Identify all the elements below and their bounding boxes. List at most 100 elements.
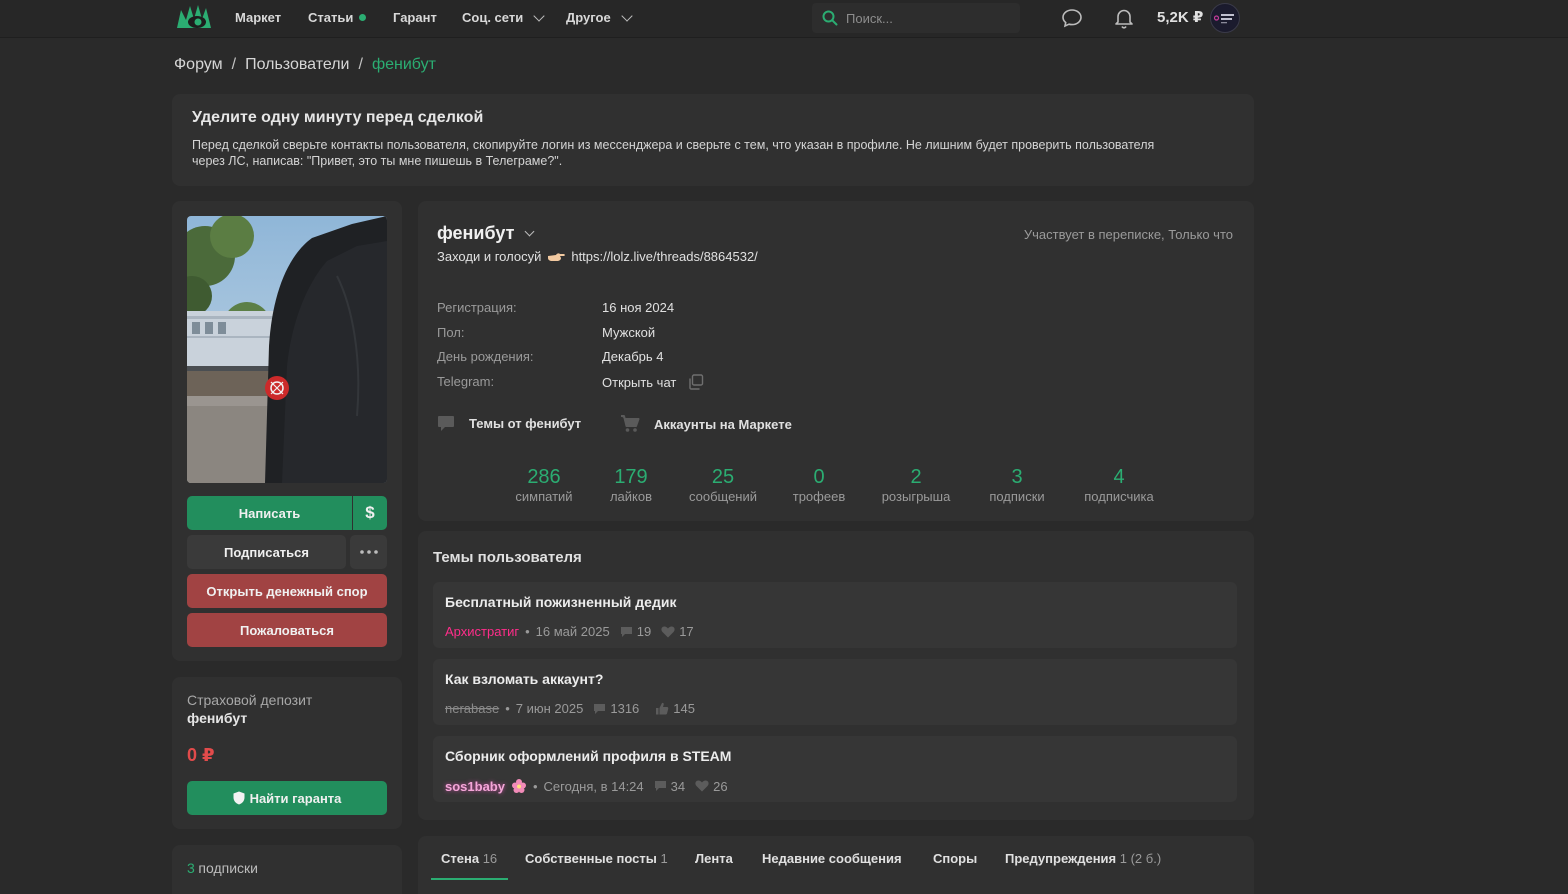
shield-icon: [233, 791, 245, 805]
tab-disputes[interactable]: Споры: [933, 851, 977, 866]
balance-display[interactable]: 5,2K ₽: [1157, 8, 1203, 26]
telegram-open-chat-link[interactable]: Открыть чат: [602, 375, 676, 390]
tab-wall[interactable]: Стена 16: [441, 851, 497, 866]
nav-market-label: Маркет: [235, 10, 282, 25]
thread-likes: 145: [655, 701, 695, 716]
thread-author[interactable]: sos1baby: [445, 779, 505, 794]
nav-articles-label: Статьи: [308, 10, 354, 25]
tab-count: 1: [660, 851, 668, 866]
tab-label: Стена: [441, 851, 480, 866]
profile-username[interactable]: фенибут: [437, 223, 535, 244]
thread-item[interactable]: Как взломать аккаунт? nerabase • 7 июн 2…: [433, 659, 1237, 725]
thread-item[interactable]: Бесплатный пожизненный дедик Архистратиг…: [433, 582, 1237, 648]
nav-guarantee-label: Гарант: [393, 10, 437, 25]
thread-title[interactable]: Как взломать аккаунт?: [445, 671, 1225, 687]
more-dots-icon: [359, 550, 378, 554]
thread-item[interactable]: Сборник оформлений профиля в STEAM sos1b…: [433, 736, 1237, 802]
find-guarantor-label: Найти гаранта: [249, 790, 342, 806]
user-threads-label: Темы от фенибут: [469, 416, 582, 431]
thumbs-up-icon: [656, 702, 669, 715]
online-dot-icon: [359, 14, 367, 21]
profile-avatar-photo[interactable]: [187, 216, 387, 483]
thread-author[interactable]: nerabase: [445, 701, 499, 716]
tab-feed[interactable]: Лента: [695, 851, 733, 866]
subscriptions-card[interactable]: 3 подписки: [172, 845, 402, 894]
breadcrumb-forum[interactable]: Форум: [174, 56, 223, 74]
threads-title: Темы пользователя: [433, 549, 582, 566]
thread-meta: Архистратиг • 16 май 2025 19 17: [445, 624, 694, 639]
stat-sympathies[interactable]: 286 симпатий: [510, 466, 578, 504]
site-logo[interactable]: [175, 2, 213, 32]
stat-subscriptions[interactable]: 3 подписки: [984, 466, 1050, 504]
stat-trophies[interactable]: 0 трофеев: [788, 466, 850, 504]
tab-warnings[interactable]: Предупреждения 1 (2 б.): [1005, 851, 1161, 866]
open-dispute-button[interactable]: Открыть денежный спор: [187, 574, 387, 608]
tagline-link[interactable]: https://lolz.live/threads/8864532/: [571, 249, 757, 264]
nav-social[interactable]: Соц. сети: [462, 9, 545, 25]
send-money-button[interactable]: $: [353, 496, 387, 530]
meta-bullet: •: [505, 701, 510, 716]
breadcrumb-current[interactable]: фенибут: [372, 56, 436, 74]
nav-guarantee[interactable]: Гарант: [393, 10, 437, 25]
info-value: Мужской: [602, 325, 656, 340]
tab-count: 16: [482, 851, 498, 866]
market-accounts-link[interactable]: Аккаунты на Маркете: [620, 415, 792, 433]
thread-author[interactable]: Архистратиг: [445, 624, 519, 639]
more-actions-button[interactable]: [350, 535, 387, 569]
info-value: 16 ноя 2024: [602, 300, 675, 315]
profile-sidebar: Написать $ Подписаться Открыть денежный …: [172, 201, 402, 661]
breadcrumb-users[interactable]: Пользователи: [245, 56, 349, 74]
tab-count: 1 (2 б.): [1119, 851, 1162, 866]
find-guarantor-button[interactable]: Найти гаранта: [187, 781, 387, 815]
stat-label: трофеев: [792, 489, 846, 504]
stat-label: симпатий: [515, 489, 573, 504]
stat-number: 286: [527, 466, 561, 488]
stat-subscribers[interactable]: 4 подписчика: [1078, 466, 1160, 504]
thread-replies: 1316: [593, 701, 639, 716]
conversations-icon[interactable]: [1060, 6, 1084, 30]
info-label: Регистрация:: [437, 300, 517, 315]
user-threads-link[interactable]: Темы от фенибут: [437, 415, 581, 432]
stat-likes[interactable]: 179 лайков: [602, 466, 660, 504]
telegram-value: Открыть чат: [602, 374, 704, 390]
thread-date: 16 май 2025: [535, 624, 610, 639]
subscribe-button[interactable]: Подписаться: [187, 535, 346, 569]
chevron-down-icon: [621, 9, 633, 22]
stat-number: 0: [813, 466, 825, 488]
bell-icon[interactable]: [1112, 6, 1136, 30]
thread-title[interactable]: Бесплатный пожизненный дедик: [445, 594, 1225, 610]
stat-number: 3: [1011, 466, 1023, 488]
nav-market[interactable]: Маркет: [235, 10, 281, 25]
nav-other[interactable]: Другое: [566, 9, 633, 25]
market-accounts-label: Аккаунты на Маркете: [654, 416, 792, 432]
nav-articles[interactable]: Статьи: [308, 10, 367, 25]
user-avatar[interactable]: [1210, 3, 1240, 33]
insurance-label: Страховой депозит: [187, 692, 313, 708]
stat-label: сообщений: [688, 489, 758, 504]
breadcrumb-separator: /: [231, 56, 237, 73]
search-box[interactable]: [812, 3, 1020, 33]
user-tagline: Заходи и голосуй https://lolz.live/threa…: [437, 249, 758, 264]
report-button[interactable]: Пожаловаться: [187, 613, 387, 647]
thread-replies: 34: [654, 779, 685, 794]
tab-own-posts[interactable]: Собственные посты 1: [525, 851, 668, 866]
tab-recent-messages[interactable]: Недавние сообщения: [762, 851, 902, 866]
stat-number: 4: [1113, 466, 1125, 488]
profile-card: фенибут Участвует в переписке, Только чт…: [418, 201, 1254, 521]
copy-icon[interactable]: [688, 374, 704, 390]
pointing-hand-icon: [548, 252, 566, 261]
active-tab-indicator: [431, 878, 508, 880]
comment-icon: [594, 703, 606, 714]
stat-giveaways[interactable]: 2 розыгрыша: [876, 466, 956, 504]
search-input[interactable]: [846, 10, 1006, 26]
thread-title[interactable]: Сборник оформлений профиля в STEAM: [445, 748, 1225, 764]
thread-date: Сегодня, в 14:24: [543, 778, 644, 794]
info-gender: Пол: Мужской: [437, 325, 655, 340]
write-message-button[interactable]: Написать: [187, 496, 352, 530]
stat-messages[interactable]: 25 сообщений: [684, 466, 762, 504]
replies-count: 19: [636, 624, 652, 639]
shopping-cart-icon: [621, 415, 640, 432]
likes-count: 26: [713, 778, 728, 794]
thread-replies: 19: [620, 624, 651, 639]
insurance-user: фенибут: [187, 710, 248, 726]
